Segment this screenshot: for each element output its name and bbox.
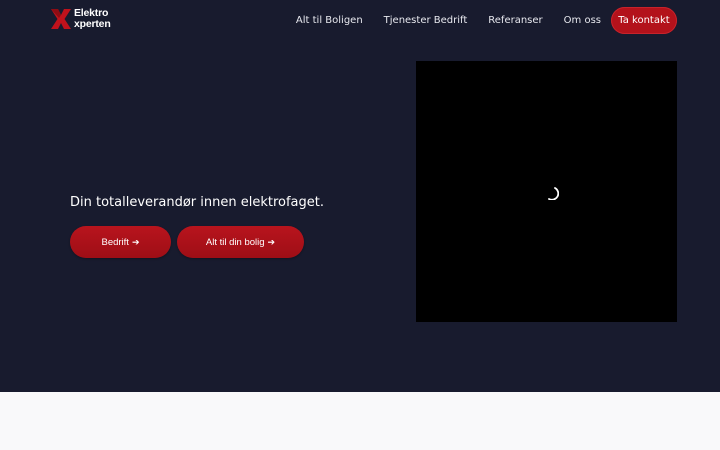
bedrift-button[interactable]: Bedrift ➔ <box>70 226 171 258</box>
logo-wordmark: Elektro xperten <box>74 8 111 30</box>
nav-item-om-oss[interactable]: Om oss <box>564 15 601 26</box>
site-logo[interactable]: Elektro xperten <box>50 8 120 32</box>
contact-button[interactable]: Ta kontakt <box>611 7 677 34</box>
hero-section: Elektro xperten Alt til Boligen Tjeneste… <box>0 0 720 392</box>
logo-x-icon <box>51 9 71 29</box>
bedrift-button-label: Bedrift <box>101 236 129 248</box>
nav-item-referanser[interactable]: Referanser <box>488 15 542 26</box>
nav-item-tjenester-bedrift[interactable]: Tjenester Bedrift <box>384 15 468 26</box>
arrow-right-icon: ➔ <box>267 236 276 247</box>
alt-til-din-bolig-button[interactable]: Alt til din bolig ➔ <box>177 226 304 258</box>
logo-line-2: xperten <box>74 18 111 30</box>
alt-til-din-bolig-button-label: Alt til din bolig <box>205 236 265 248</box>
arrow-right-icon: ➔ <box>131 236 140 247</box>
hero-tagline: Din totalleverandør innen elektrofaget. <box>70 195 324 210</box>
main-nav: Alt til Boligen Tjenester Bedrift Refera… <box>296 7 677 34</box>
nav-item-alt-til-boligen[interactable]: Alt til Boligen <box>296 15 363 26</box>
loading-spinner-icon <box>548 187 559 200</box>
